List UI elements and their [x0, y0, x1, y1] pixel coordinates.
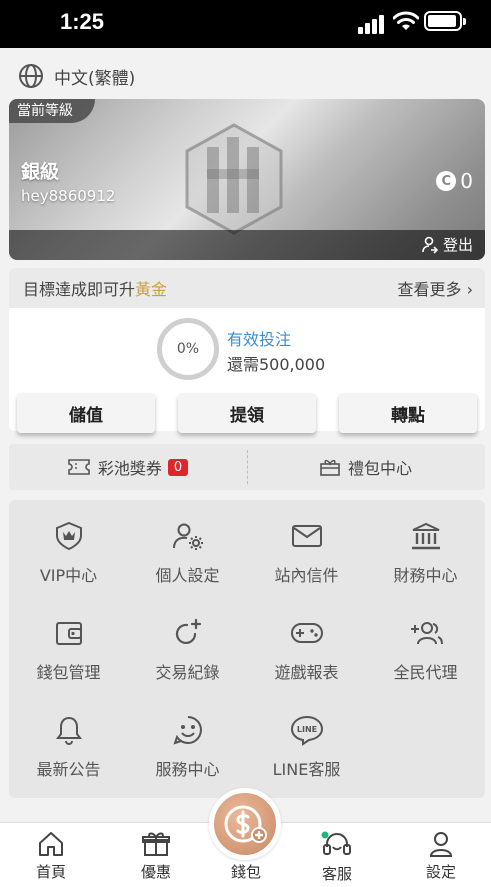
- menu-item-vip[interactable]: VIP中心: [9, 500, 128, 596]
- globe-icon: [19, 64, 43, 88]
- jackpot-count-badge: 0: [167, 458, 189, 476]
- menu-label: 最新公告: [36, 760, 101, 779]
- menu-item-announcements[interactable]: 最新公告: [9, 694, 128, 790]
- menu-item-finance[interactable]: 財務中心: [366, 500, 485, 596]
- vip-crown-icon: [55, 521, 82, 551]
- target-prefix: 目標達成即可升: [23, 280, 136, 299]
- menu-item-agent[interactable]: 全民代理: [366, 597, 485, 693]
- app-screen: 中文(繁體) 當前等級 銀級 hey8860912 C 0 登出 目標達成即可升…: [0, 48, 491, 887]
- gift-box-icon: [320, 459, 340, 476]
- coin-icon: C: [436, 171, 457, 191]
- menu-label: 交易紀錄: [155, 663, 220, 682]
- wallet-icon: [55, 622, 82, 645]
- dollar-coin-plus-icon: [224, 805, 267, 843]
- menu-label: 遊戲報表: [274, 663, 339, 682]
- line-icon: LINE: [290, 715, 323, 746]
- progress-ring: 0%: [157, 318, 219, 380]
- menu-item-profile-settings[interactable]: 個人設定: [128, 500, 247, 596]
- menu-label: 個人設定: [155, 566, 220, 585]
- refresh-plus-icon: [175, 618, 201, 645]
- line-icon-text: LINE: [296, 725, 316, 734]
- status-time: 1:25: [60, 9, 105, 34]
- menu-label: 站內信件: [274, 566, 339, 585]
- logout-label: 登出: [442, 236, 473, 254]
- tab-label: 優惠: [140, 863, 171, 881]
- tab-label: 設定: [425, 863, 456, 881]
- jackpot-label: 彩池獎券: [97, 459, 162, 478]
- user-logout-icon: [422, 236, 439, 254]
- profile-card: 當前等級 銀級 hey8860912 C 0 登出: [9, 99, 485, 260]
- wifi-icon: [393, 11, 419, 30]
- menu-item-service-center[interactable]: 服務中心: [128, 694, 247, 790]
- level-emblem-icon: [185, 123, 283, 235]
- see-more-link[interactable]: 查看更多 ›: [398, 276, 474, 300]
- tab-promotions[interactable]: 優惠: [116, 831, 196, 882]
- menu-label: 錢包管理: [36, 663, 101, 682]
- logout-button[interactable]: 登出: [421, 234, 473, 255]
- ticket-icon: [68, 459, 90, 475]
- menu-item-game-report[interactable]: 遊戲報表: [247, 597, 366, 693]
- tab-label: 首頁: [35, 863, 66, 881]
- battery-icon: [424, 11, 466, 31]
- profile-bottom-bar: [9, 230, 485, 260]
- transfer-button[interactable]: 轉點: [339, 393, 477, 433]
- wallet-fab-button[interactable]: [209, 788, 281, 860]
- smile-chat-icon: [172, 716, 202, 745]
- home-icon: [39, 832, 63, 856]
- mail-icon: [291, 525, 322, 547]
- menu-grid: VIP中心 個人設定 站內信件 財務中心 錢包管理 交易紀錄 遊戲報表 全民代理…: [9, 500, 485, 798]
- current-level-tag: 當前等級: [9, 99, 95, 123]
- bell-icon: [55, 716, 82, 745]
- next-level: 黃金: [135, 280, 168, 299]
- menu-label: LINE客服: [272, 760, 341, 779]
- jackpot-ticket-button[interactable]: 彩池獎券 0: [9, 444, 247, 490]
- menu-label: 全民代理: [393, 663, 458, 682]
- tab-home[interactable]: 首頁: [11, 831, 91, 882]
- coin-amount: 0: [460, 169, 473, 193]
- valid-bet-label: 有效投注: [227, 330, 292, 349]
- add-users-icon: [410, 622, 443, 645]
- menu-item-line-support[interactable]: LINE LINE客服: [247, 694, 366, 790]
- tab-support[interactable]: 客服: [297, 831, 377, 884]
- status-bar: 1:25: [0, 0, 491, 48]
- withdraw-button[interactable]: 提領: [178, 393, 316, 433]
- username: hey8860912: [21, 187, 116, 205]
- remaining-amount: 還需500,000: [227, 355, 326, 374]
- progress-text: 0%: [176, 341, 200, 357]
- gift-center-button[interactable]: 禮包中心: [247, 444, 485, 490]
- menu-label: VIP中心: [39, 566, 98, 585]
- deposit-button[interactable]: 儲值: [17, 393, 155, 433]
- user-settings-icon: [172, 523, 203, 550]
- menu-label: 服務中心: [155, 760, 220, 779]
- bank-icon: [411, 522, 440, 550]
- promo-divider: [247, 450, 248, 484]
- language-selector[interactable]: 中文(繁體): [18, 62, 135, 90]
- menu-item-wallet[interactable]: 錢包管理: [9, 597, 128, 693]
- user-icon: [429, 832, 453, 857]
- gift-icon: [142, 832, 170, 856]
- gamepad-icon: [290, 623, 323, 643]
- tab-settings[interactable]: 設定: [401, 831, 481, 882]
- level-name: 銀級: [21, 161, 60, 183]
- cellular-signal-icon: [358, 12, 386, 34]
- level-target-header: 目標達成即可升黃金 查看更多 ›: [9, 268, 485, 308]
- level-target-text: 目標達成即可升黃金: [23, 276, 167, 300]
- headset-icon: [321, 831, 351, 855]
- tab-label: 客服: [321, 865, 352, 883]
- menu-item-transactions[interactable]: 交易紀錄: [128, 597, 247, 693]
- gift-center-label: 禮包中心: [347, 459, 412, 478]
- coin-balance: C 0: [436, 169, 473, 193]
- tab-label: 錢包: [230, 863, 261, 881]
- tab-wallet[interactable]: 錢包: [206, 861, 286, 882]
- action-buttons: 儲值 提領 轉點: [17, 393, 477, 435]
- menu-label: 財務中心: [393, 566, 458, 585]
- menu-item-inbox[interactable]: 站內信件: [247, 500, 366, 596]
- language-label: 中文(繁體): [54, 68, 136, 89]
- promo-bar: 彩池獎券 0 禮包中心: [9, 444, 485, 490]
